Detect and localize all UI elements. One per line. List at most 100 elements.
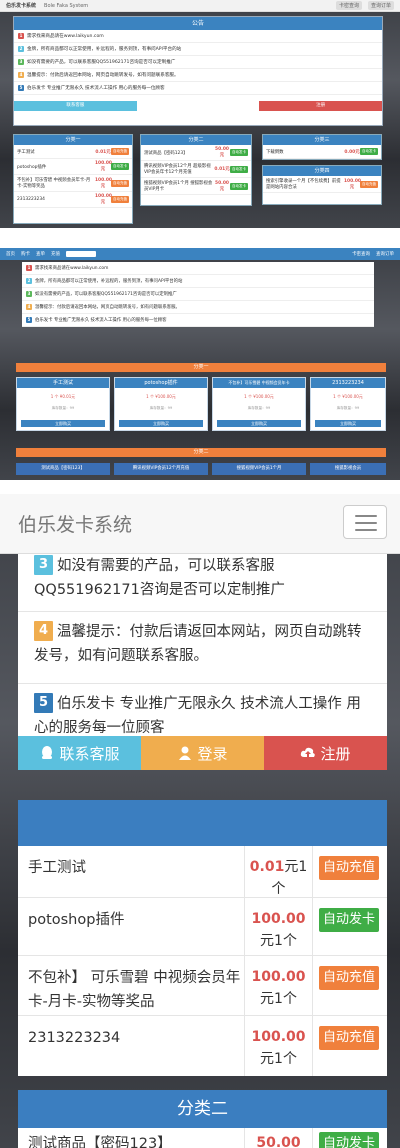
auto-recharge-tag[interactable]: 自动充值 — [111, 179, 129, 187]
auto-recharge-button[interactable]: 自动充值 — [319, 966, 379, 990]
product-row[interactable]: 不包补】可乐雪碧 中视频会员年卡-月卡-实物等奖品 100.00元 自动充值 — [14, 175, 132, 192]
category-card: 分类三 下载倒数 0.00元 自动发卡 — [262, 134, 382, 160]
nav-query-card[interactable]: 卡密查询 — [335, 1, 362, 10]
auto-recharge-button[interactable]: 自动充值 — [319, 856, 379, 880]
category-title: 分类一 — [14, 135, 132, 145]
product-row[interactable]: 2313223234 100.00 元1个 自动充值 — [18, 1016, 387, 1076]
badge-4: 4 — [18, 72, 24, 78]
category-2-item[interactable]: 搜狐影视会员 — [310, 463, 386, 475]
category-card: 分类四 搜索引擎收录一个月【不包续费】前提是网站内容合法 100.00元 自动充值 — [262, 165, 382, 205]
notice-item: 1 需求找来商品请在www.laikyun.com — [22, 262, 374, 275]
category-title — [18, 800, 387, 846]
top-navbar: 伯乐发卡系统 Bole Faka System 卡密查询 查询订单 — [0, 0, 400, 12]
buy-button[interactable]: 立即购买 — [119, 420, 203, 427]
category-card: 分类一 手工测试 0.01元 自动充值 potoshop插件 100.00元 自动发卡 … — [13, 134, 133, 224]
badge-4: 4 — [34, 621, 53, 641]
contact-button[interactable]: 联系客服 — [14, 101, 137, 111]
product-row[interactable]: potoshop插件 100.00 元1个 自动发卡 — [18, 898, 387, 956]
category-card: 分类二 测试商品【密码123】 50.00元 自动发卡 腾讯视频VIP会员12个月 … — [140, 134, 252, 206]
user-icon — [179, 746, 192, 760]
product-row[interactable]: 不包补】 可乐雪碧 中视频会员年卡-月卡-实物等奖品 100.00 元1个 自动充… — [18, 956, 387, 1016]
buy-button[interactable]: 立即购买 — [315, 420, 381, 427]
auto-deliver-tag[interactable]: 自动发卡 — [230, 182, 248, 190]
notice-item: 3 如没有需要的产品，可以联系客服QQ551962171咨询是否可以定制推广 — [14, 56, 382, 69]
brand-logo[interactable]: 伯乐发卡系统 — [6, 2, 36, 9]
notice-item: 3 如没有需要的产品，可以联系客服QQ551962171咨询是否可以定制推广 — [22, 288, 374, 301]
product-row[interactable]: 测试商品【密码123】 50.00 自动发卡 — [18, 1128, 387, 1148]
buy-button[interactable]: 立即购买 — [217, 420, 301, 427]
product-card: potoshop插件 1 个 ¥100.00元 库存数量：99 立即购买 — [114, 377, 208, 431]
auto-deliver-button[interactable]: 自动发卡 — [319, 908, 379, 932]
auto-recharge-tag[interactable]: 自动充值 — [111, 196, 129, 203]
category-2-bar: 分类二 — [16, 448, 386, 457]
notice-item: 4 温馨提示：付款后请返回本网站，网页自动跳转发号，如有问题联系客服。 — [22, 301, 374, 314]
auto-recharge-button[interactable]: 自动充值 — [319, 1026, 379, 1050]
category-title: 分类二 — [18, 1090, 387, 1128]
auto-deliver-tag[interactable]: 自动发卡 — [111, 163, 129, 170]
auto-deliver-button[interactable]: 自动发卡 — [319, 1132, 379, 1148]
register-button[interactable]: 注册 — [264, 736, 387, 770]
auto-recharge-tag[interactable]: 自动充值 — [111, 148, 129, 155]
product-card: 2313223234 1 个 ¥100.00元 库存数量：99 立即购买 — [310, 377, 386, 431]
qq-icon — [42, 746, 53, 759]
badge-1: 1 — [18, 33, 24, 39]
nav-buy[interactable]: 购卡 — [21, 251, 30, 257]
notice-item: 2 金牌，所有商品都可以正常使用，补远程的，服务到顶，有事问API平台的站 — [22, 275, 374, 288]
auto-recharge-tag[interactable]: 自动充值 — [360, 180, 378, 188]
nav-home[interactable]: 首页 — [6, 251, 15, 257]
product-row[interactable]: potoshop插件 100.00元 自动发卡 — [14, 159, 132, 175]
product-row[interactable]: 腾讯视频VIP会员12个月 超级影视VIP会员年卡12个月充值 0.01元 自动发卡 — [141, 161, 251, 178]
category-2-item[interactable]: 腾讯视频VIP会员12个月充值 — [114, 463, 208, 475]
brand-subtitle: Bole Faka System — [44, 2, 89, 9]
notice-item: 4 温馨提示：付款后请返回本网站，网页自动跳转发号，如有问题联系客服。 — [18, 612, 387, 684]
mobile-navbar: 伯乐发卡系统 — [0, 494, 400, 554]
top-navbar: 首页 购卡 查单 充值 卡密查询 查询订单 — [0, 248, 400, 260]
nav-recharge[interactable]: 充值 — [51, 251, 60, 257]
badge-5: 5 — [18, 85, 24, 91]
notice-item: 5 伯乐发卡 专业推广无限永久 技术流人工操作 用心的服务每一位顾客 — [22, 314, 374, 327]
notice-item: 1 需求找来商品请在www.laikyun.com — [14, 30, 382, 43]
category-2-item[interactable]: 测试商品【密码123】 — [16, 463, 110, 475]
buy-button[interactable]: 立即购买 — [21, 420, 105, 427]
category-2-item[interactable]: 搜狐视频VIP会员1个月 — [212, 463, 306, 475]
category-title: 分类三 — [263, 135, 381, 145]
product-row[interactable]: 下载倒数 0.00元 自动发卡 — [263, 145, 381, 159]
badge-3: 3 — [18, 59, 24, 65]
cloud-upload-icon — [301, 747, 316, 757]
badge-3: 3 — [34, 555, 53, 575]
nav-query-card[interactable]: 卡密查询 — [352, 251, 370, 257]
notice-title: 公告 — [14, 17, 382, 30]
auto-deliver-tag[interactable]: 自动发卡 — [230, 165, 248, 173]
page-title[interactable]: 伯乐发卡系统 — [18, 510, 132, 537]
notice-panel: 公告 1 需求找来商品请在www.laikyun.com 2 金牌，所有商品都可以正… — [13, 16, 383, 126]
category-title: 分类二 — [141, 135, 251, 145]
price: 100.00 元1个 — [244, 898, 313, 955]
register-button[interactable]: 注册 — [259, 101, 383, 111]
notice-item: 2 金牌，所有商品都可以正常使用，补远程的，服务到顶，有事问API平台的站 — [14, 43, 382, 56]
notice-item: 5 伯乐发卡 专业推广无限永久 技术流人工操作 用心的服务每一位顾客 — [14, 82, 382, 95]
nav-query-order[interactable]: 查询订单 — [376, 251, 394, 257]
contact-service-button[interactable]: 联系客服 — [18, 736, 141, 770]
auto-deliver-tag[interactable]: 自动发卡 — [230, 149, 248, 156]
badge-2: 2 — [18, 46, 24, 52]
notice-item: 4 温馨提示：付款后请返回本网站，网页自动跳转发号，如有问题联系客服。 — [14, 69, 382, 82]
nav-query[interactable]: 查单 — [36, 251, 45, 257]
nav-query-order[interactable]: 查询订单 — [367, 1, 394, 10]
category-title: 分类四 — [263, 166, 381, 176]
product-row[interactable]: 2313223234 100.00元 自动充值 — [14, 192, 132, 208]
product-card: 不包补】可乐雪碧 中视频会员年卡 1 个 ¥100.00元 库存数量：99 立即… — [212, 377, 306, 431]
login-button[interactable]: 登录 — [141, 736, 264, 770]
hamburger-icon — [355, 515, 377, 517]
menu-toggle-button[interactable] — [343, 505, 387, 539]
product-row[interactable]: 搜索引擎收录一个月【不包续费】前提是网站内容合法 100.00元 自动充值 — [263, 176, 381, 193]
notice-panel: 1 需求找来商品请在www.laikyun.com 2 金牌，所有商品都可以正常使用… — [22, 262, 374, 327]
product-row[interactable]: 手工测试 0.01元1个 自动充值 — [18, 846, 387, 898]
product-row[interactable]: 测试商品【密码123】 50.00元 自动发卡 — [141, 145, 251, 161]
category-card: 分类二 测试商品【密码123】 50.00 自动发卡 — [18, 1090, 387, 1148]
product-row[interactable]: 手工测试 0.01元 自动充值 — [14, 145, 132, 159]
auto-deliver-tag[interactable]: 自动发卡 — [360, 148, 378, 155]
notice-item: 3 如没有需要的产品，可以联系客服QQ551962171咨询是否可以定制推广 — [18, 554, 387, 612]
product-row[interactable]: 搜狐视频VIP会员1个月 搜狐影视会员VIP月卡 50.00元 自动发卡 — [141, 178, 251, 195]
search-input[interactable] — [66, 251, 96, 257]
category-card: 手工测试 0.01元1个 自动充值 potoshop插件 100.00 元1个 自… — [18, 800, 387, 1076]
